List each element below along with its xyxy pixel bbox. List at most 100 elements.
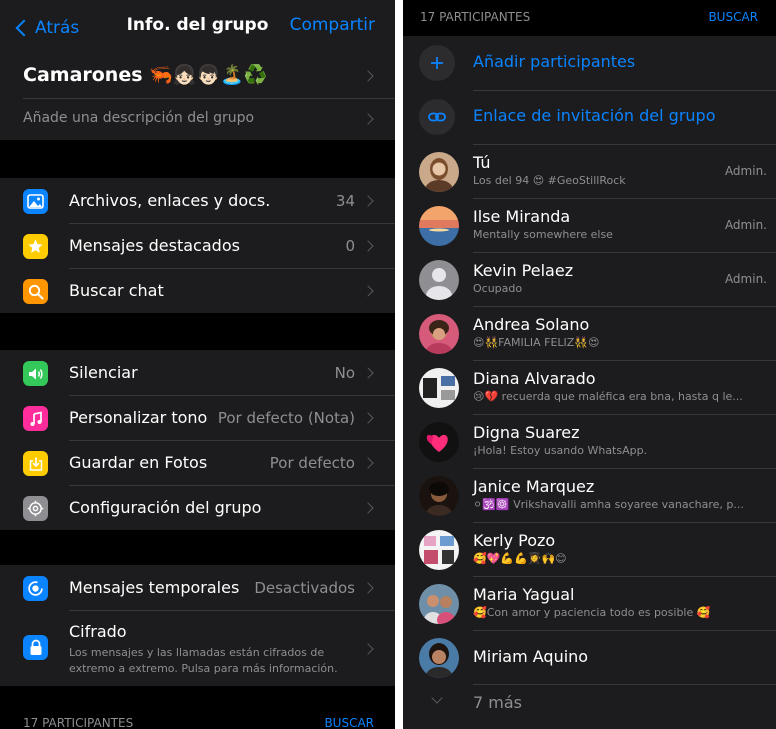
avatar — [419, 530, 459, 570]
back-label: Atrás — [35, 18, 80, 38]
chevron-right-icon — [362, 70, 374, 82]
group-name-row[interactable]: Camarones 🦐👧🏻👦🏻🏝️♻️ — [0, 55, 395, 98]
files-links-docs-row[interactable]: Archivos, enlaces y docs. 34 — [0, 178, 395, 223]
chevron-left-icon — [15, 19, 33, 37]
link-icon — [419, 99, 455, 135]
starred-count: 0 — [345, 237, 355, 255]
encryption-label: Cifrado — [69, 622, 127, 641]
participant-status: Ocupado — [473, 282, 523, 295]
search-participants-button[interactable]: BUSCAR — [324, 716, 374, 729]
avatar — [419, 314, 459, 354]
participant-name: Kevin Pelaez — [473, 261, 574, 280]
chevron-right-icon — [362, 457, 374, 469]
participants-section-header: 17 PARTICIPANTES BUSCAR — [403, 0, 776, 36]
group-info-panel: Atrás Info. del grupo Compartir Camarone… — [0, 0, 395, 729]
chevron-right-icon — [362, 195, 374, 207]
participant-status: ¡Hola! Estoy usando WhatsApp. — [473, 444, 648, 457]
plus-icon — [419, 45, 455, 81]
participants-count-header: 17 PARTICIPANTES — [420, 10, 531, 24]
disappearing-messages-label: Mensajes temporales — [69, 578, 240, 597]
search-icon — [23, 279, 48, 304]
invite-link-button[interactable]: Enlace de invitación del grupo — [403, 90, 776, 144]
show-more-label: 7 más — [473, 693, 522, 712]
chevron-right-icon — [362, 285, 374, 297]
avatar — [419, 368, 459, 408]
participant-row[interactable]: Ilse Miranda Mentally somewhere else Adm… — [403, 198, 776, 252]
disappearing-messages-value: Desactivados — [254, 579, 355, 597]
gear-icon — [23, 496, 48, 521]
custom-tone-row[interactable]: Personalizar tono Por defecto (Nota) — [0, 395, 395, 440]
participant-status: Mentally somewhere else — [473, 228, 613, 241]
chevron-right-icon — [362, 240, 374, 252]
group-settings-row[interactable]: Configuración del grupo — [0, 485, 395, 530]
chevron-right-icon — [362, 643, 374, 655]
participant-name: Ilse Miranda — [473, 207, 571, 226]
back-button[interactable]: Atrás — [12, 14, 79, 42]
participant-status: ⚪🕉️☸️ Vrikshavalli amha soyaree vanachar… — [473, 498, 744, 511]
participant-row[interactable]: Tú Los del 94 😍 #GeoStillRock Admin. — [403, 144, 776, 198]
participants-list: Añadir participantes Enlace de invitació… — [403, 36, 776, 729]
lock-icon — [23, 635, 48, 660]
participant-name: Miriam Aquino — [473, 647, 589, 666]
save-to-photos-row[interactable]: Guardar en Fotos Por defecto — [0, 440, 395, 485]
settings-section: Silenciar No Personalizar tono Por defec… — [0, 350, 395, 530]
media-section: Archivos, enlaces y docs. 34 Mensajes de… — [0, 178, 395, 313]
participant-row[interactable]: Janice Marquez ⚪🕉️☸️ Vrikshavalli amha s… — [403, 468, 776, 522]
avatar — [419, 206, 459, 246]
participant-row[interactable]: Andrea Solano 😍👯FAMILIA FELIZ👯😍 — [403, 306, 776, 360]
default-avatar-icon — [419, 260, 459, 300]
invite-link-label: Enlace de invitación del grupo — [473, 106, 716, 125]
participant-row[interactable]: Kerly Pozo 🥰💖💪💪👩‍🎓🙌😊 — [403, 522, 776, 576]
photo-icon — [23, 189, 48, 214]
participant-status: 😍👯FAMILIA FELIZ👯😍 — [473, 336, 600, 349]
add-participants-button[interactable]: Añadir participantes — [403, 36, 776, 90]
admin-badge: Admin. — [724, 272, 767, 286]
chevron-right-icon — [362, 113, 374, 125]
participants-count-header: 17 PARTICIPANTES — [23, 716, 134, 729]
avatar — [419, 152, 459, 192]
show-more-participants-button[interactable]: 7 más — [403, 684, 776, 724]
share-button[interactable]: Compartir — [290, 15, 375, 35]
participant-name: Digna Suarez — [473, 423, 580, 442]
admin-badge: Admin. — [724, 218, 767, 232]
music-note-icon — [23, 406, 48, 431]
participant-status: 🥰Con amor y paciencia todo es posible 🥰 — [473, 606, 711, 619]
participant-status: 😢💔 recuerda que maléfica era bna, hasta … — [473, 390, 743, 403]
mute-label: Silenciar — [69, 363, 138, 382]
search-chat-row[interactable]: Buscar chat — [0, 268, 395, 313]
save-to-photos-value: Por defecto — [269, 454, 355, 472]
navigation-bar: Atrás Info. del grupo Compartir — [0, 0, 395, 55]
avatar — [419, 422, 459, 462]
participant-name: Andrea Solano — [473, 315, 590, 334]
add-participants-label: Añadir participantes — [473, 52, 636, 71]
disappearing-messages-row[interactable]: Mensajes temporales Desactivados — [0, 565, 395, 610]
timer-icon — [23, 576, 48, 601]
participant-name: Kerly Pozo — [473, 531, 556, 550]
participant-name: Diana Alvarado — [473, 369, 596, 388]
chevron-right-icon — [362, 502, 374, 514]
search-participants-button[interactable]: BUSCAR — [708, 10, 758, 24]
participant-name: Janice Marquez — [473, 477, 595, 496]
encryption-description: Los mensajes y las llamadas están cifrad… — [69, 646, 338, 675]
participant-row[interactable]: Miriam Aquino — [403, 630, 776, 684]
participant-status: 🥰💖💪💪👩‍🎓🙌😊 — [473, 552, 567, 565]
starred-messages-row[interactable]: Mensajes destacados 0 — [0, 223, 395, 268]
chevron-right-icon — [362, 367, 374, 379]
files-count: 34 — [335, 192, 355, 210]
chevron-right-icon — [362, 412, 374, 424]
chevron-right-icon — [362, 582, 374, 594]
group-name: Camarones 🦐👧🏻👦🏻🏝️♻️ — [23, 64, 268, 86]
participant-row[interactable]: Kevin Pelaez Ocupado Admin. — [403, 252, 776, 306]
save-to-photos-label: Guardar en Fotos — [69, 453, 208, 472]
group-settings-label: Configuración del grupo — [69, 498, 262, 517]
mute-row[interactable]: Silenciar No — [0, 350, 395, 395]
participant-row[interactable]: Digna Suarez ¡Hola! Estoy usando WhatsAp… — [403, 414, 776, 468]
group-description-placeholder: Añade una descripción del grupo — [23, 110, 255, 126]
participant-row[interactable]: Diana Alvarado 😢💔 recuerda que maléfica … — [403, 360, 776, 414]
encryption-row[interactable]: Cifrado Los mensajes y las llamadas está… — [0, 610, 395, 686]
mute-value: No — [334, 364, 355, 382]
files-links-docs-label: Archivos, enlaces y docs. — [69, 191, 271, 210]
participant-row[interactable]: Maria Yagual 🥰Con amor y paciencia todo … — [403, 576, 776, 630]
group-description-row[interactable]: Añade una descripción del grupo — [0, 98, 395, 140]
admin-badge: Admin. — [724, 164, 767, 178]
